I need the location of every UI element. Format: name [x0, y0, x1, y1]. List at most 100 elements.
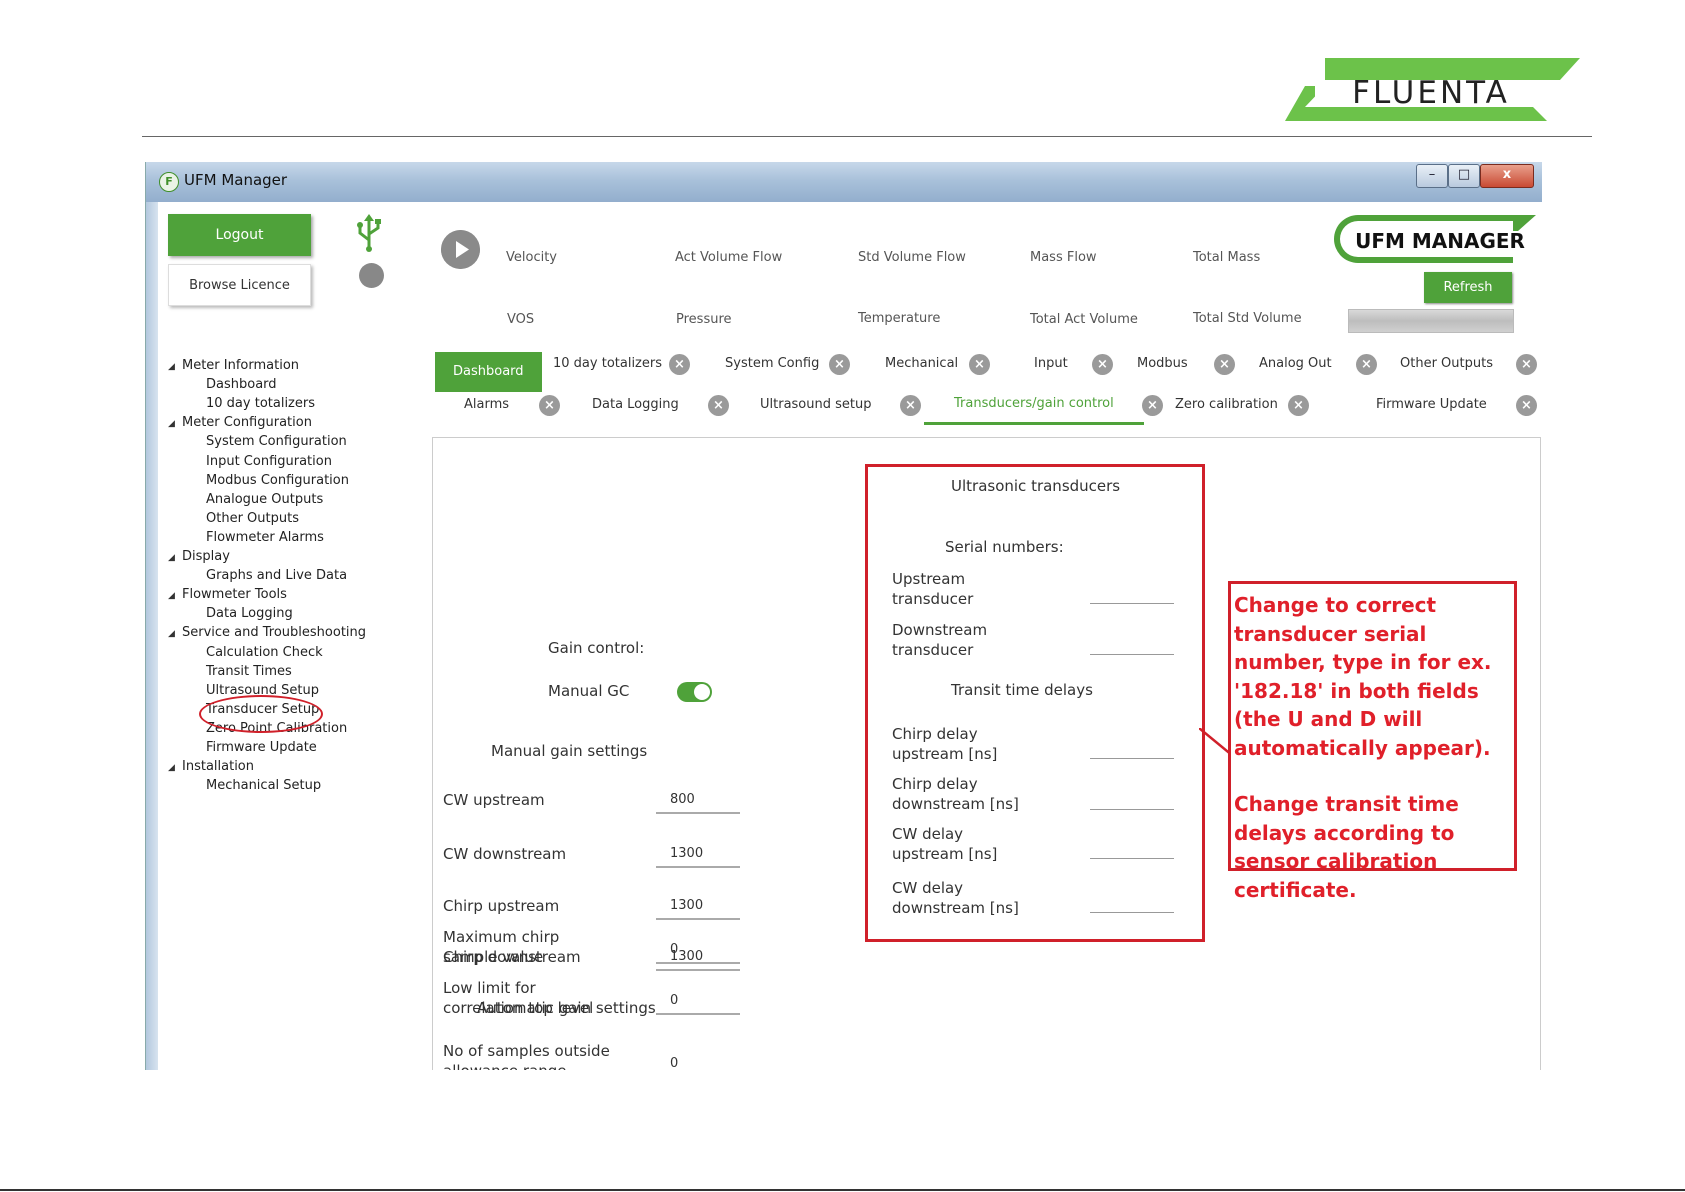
downstream-serial-input[interactable]: [1090, 654, 1174, 655]
tree-item[interactable]: 10 day totalizers: [206, 396, 315, 411]
ultrasonic-transducers-heading: Ultrasonic transducers: [951, 477, 1121, 495]
tree-label: Flowmeter Alarms: [206, 529, 324, 545]
toggle-knob: [694, 684, 710, 700]
manual-gc-toggle[interactable]: [677, 682, 712, 702]
close-tab-icon[interactable]: ×: [1288, 395, 1309, 416]
tab-data-logging[interactable]: Data Logging: [592, 385, 679, 425]
tree-item[interactable]: Flowmeter Alarms: [206, 530, 324, 545]
tree-item[interactable]: Calculation Check: [206, 645, 323, 660]
tree-label: Dashboard: [206, 377, 277, 393]
readout-std-volume-flow: Std Volume Flow: [858, 250, 966, 265]
cw-delay-downstream-label: CW delay downstream [ns]: [892, 879, 1019, 917]
tab-input[interactable]: Input: [1034, 344, 1068, 384]
play-icon[interactable]: [441, 230, 480, 269]
chirp-delay-upstream-label: Chirp delay upstream [ns]: [892, 725, 998, 763]
close-tab-icon[interactable]: ×: [1516, 395, 1537, 416]
tree-label: Transit Times: [206, 663, 292, 679]
minimize-button[interactable]: –: [1416, 164, 1448, 188]
tree-group[interactable]: ◢ Display: [168, 549, 230, 564]
tab-mechanical[interactable]: Mechanical: [885, 344, 958, 384]
tree-item[interactable]: Modbus Configuration: [206, 473, 349, 488]
cw-delay-downstream-input[interactable]: [1090, 912, 1174, 913]
tree-item[interactable]: Analogue Outputs: [206, 492, 323, 507]
tree-group[interactable]: ◢ Meter Information: [168, 358, 299, 373]
tree-label: Meter Information: [182, 358, 300, 373]
title-bar[interactable]: F UFM Manager – □ x: [146, 162, 1542, 202]
readout-temperature: Temperature: [858, 311, 941, 326]
tree-item[interactable]: Graphs and Live Data: [206, 568, 347, 583]
tree-item[interactable]: Firmware Update: [206, 740, 317, 755]
tab-firmware-update[interactable]: Firmware Update: [1376, 385, 1487, 425]
tree-group[interactable]: ◢ Meter Configuration: [168, 415, 312, 430]
logout-button[interactable]: Logout: [168, 214, 311, 256]
tab-zero-calibration[interactable]: Zero calibration: [1175, 385, 1278, 425]
tree-group[interactable]: ◢ Flowmeter Tools: [168, 587, 287, 602]
cw-upstream-label: CW upstream: [443, 791, 545, 809]
readout-total-mass: Total Mass: [1193, 250, 1261, 265]
tree-label: Calculation Check: [206, 644, 323, 660]
expand-triangle-icon[interactable]: ◢: [168, 763, 182, 773]
expand-triangle-icon[interactable]: ◢: [168, 629, 182, 639]
tab-alarms[interactable]: Alarms: [464, 385, 509, 425]
cw-downstream-input[interactable]: 1300: [656, 842, 740, 868]
tree-label: 10 day totalizers: [206, 396, 315, 412]
expand-triangle-icon[interactable]: ◢: [168, 591, 182, 601]
cw-delay-upstream-input[interactable]: [1090, 858, 1174, 859]
fluenta-logo: FLUENTA: [1285, 58, 1580, 121]
close-tab-icon[interactable]: ×: [969, 354, 990, 375]
maximize-button[interactable]: □: [1448, 164, 1480, 188]
tree-label: Firmware Update: [206, 740, 317, 755]
tab-analog-out[interactable]: Analog Out: [1259, 344, 1332, 384]
close-tab-icon[interactable]: ×: [900, 395, 921, 416]
serial-numbers-heading: Serial numbers:: [945, 538, 1064, 556]
tree-item[interactable]: System Configuration: [206, 434, 347, 449]
close-tab-icon[interactable]: ×: [1142, 395, 1163, 416]
tree-label: Data Logging: [206, 606, 293, 622]
close-tab-icon[interactable]: ×: [708, 395, 729, 416]
tab-ultrasound-setup[interactable]: Ultrasound setup: [760, 385, 871, 425]
tree-item[interactable]: Input Configuration: [206, 454, 332, 469]
close-tab-icon[interactable]: ×: [829, 354, 850, 375]
tree-label: Other Outputs: [206, 510, 299, 526]
close-tab-icon[interactable]: ×: [1516, 354, 1537, 375]
max-chirp-input[interactable]: 0: [656, 938, 740, 964]
tree-item[interactable]: Transit Times: [206, 664, 292, 679]
close-button[interactable]: x: [1480, 164, 1534, 188]
tab-system-config[interactable]: System Config: [725, 344, 819, 384]
app-icon: F: [159, 172, 179, 192]
close-tab-icon[interactable]: ×: [1214, 354, 1235, 375]
tab-other-outputs[interactable]: Other Outputs: [1400, 344, 1493, 384]
tree-item[interactable]: Dashboard: [206, 377, 277, 392]
refresh-button[interactable]: Refresh: [1424, 272, 1512, 303]
tree-item[interactable]: Other Outputs: [206, 511, 299, 526]
tree-label: Input Configuration: [206, 453, 332, 469]
tree-group[interactable]: ◢ Installation: [168, 759, 254, 774]
fluenta-logo-text: FLUENTA: [1352, 75, 1510, 111]
readout-velocity: Velocity: [506, 250, 557, 265]
tree-group[interactable]: ◢ Service and Troubleshooting: [168, 625, 366, 640]
tab-10-day-totalizers[interactable]: 10 day totalizers: [553, 344, 662, 384]
close-tab-icon[interactable]: ×: [1356, 354, 1377, 375]
tree-item[interactable]: Mechanical Setup: [206, 778, 321, 793]
chirp-delay-downstream-input[interactable]: [1090, 809, 1174, 810]
chirp-upstream-input[interactable]: 1300: [656, 894, 740, 920]
cw-upstream-input[interactable]: 800: [656, 788, 740, 814]
chirp-delay-upstream-input[interactable]: [1090, 758, 1174, 759]
browse-licence-button[interactable]: Browse Licence: [168, 264, 311, 306]
upstream-serial-input[interactable]: [1090, 603, 1174, 604]
expand-triangle-icon[interactable]: ◢: [168, 553, 182, 563]
tab-modbus[interactable]: Modbus: [1137, 344, 1188, 384]
close-tab-icon[interactable]: ×: [1092, 354, 1113, 375]
close-tab-icon[interactable]: ×: [669, 354, 690, 375]
low-limit-label: Low limit for correlation top level: [443, 979, 594, 1017]
expand-triangle-icon[interactable]: ◢: [168, 419, 182, 429]
samples-outside-input[interactable]: 0: [656, 1052, 740, 1070]
expand-triangle-icon[interactable]: ◢: [168, 362, 182, 372]
tree-label: Display: [182, 549, 230, 564]
ufm-manager-logo: UFM MANAGER: [1334, 215, 1536, 263]
low-limit-input[interactable]: 0: [656, 989, 740, 1015]
readout-act-volume-flow: Act Volume Flow: [675, 250, 783, 265]
tree-item[interactable]: Data Logging: [206, 606, 293, 621]
tab-transducers-gain-control[interactable]: Transducers/gain control: [924, 384, 1144, 425]
close-tab-icon[interactable]: ×: [539, 395, 560, 416]
